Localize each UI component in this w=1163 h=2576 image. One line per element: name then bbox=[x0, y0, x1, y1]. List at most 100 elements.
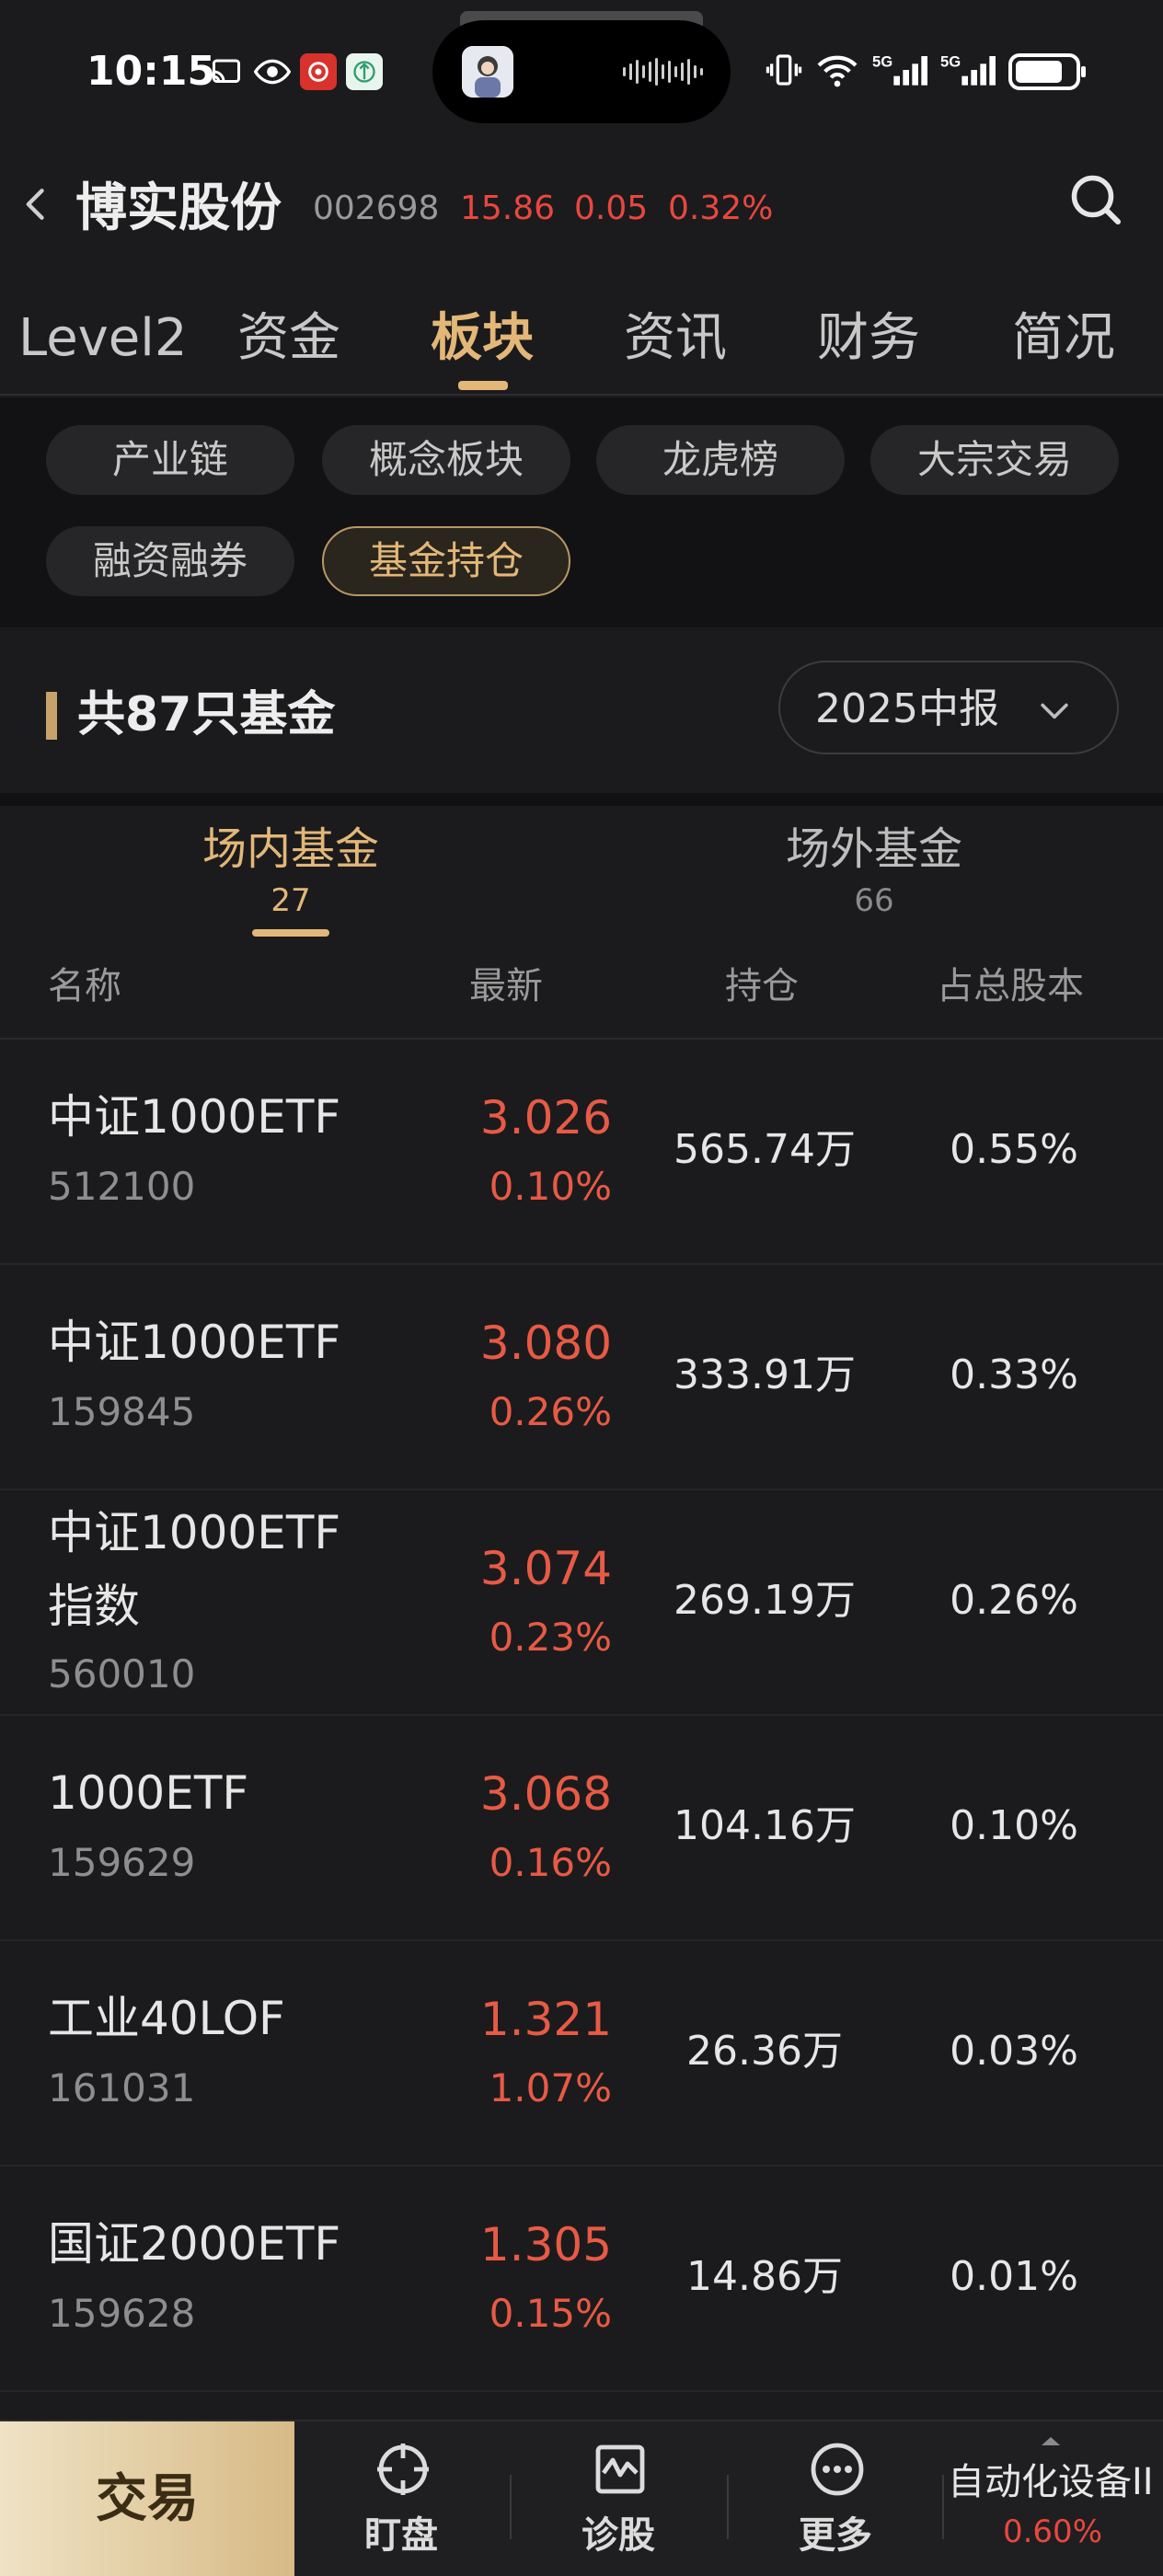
chip-concept-sector[interactable]: 概念板块 bbox=[322, 425, 570, 495]
main-tabs: Level2 资金 板块 资讯 财务 简况 bbox=[0, 294, 1163, 396]
svg-text:5G: 5G bbox=[872, 53, 892, 71]
fund-name: 中证1000ETF bbox=[48, 1316, 341, 1369]
fund-price: 3.026 bbox=[479, 1091, 612, 1144]
diagnose-button[interactable]: 诊股 bbox=[510, 2421, 727, 2576]
table-row[interactable]: 中证1000ETF指数 560010 3.074 0.23% 269.19万 0… bbox=[0, 1490, 1163, 1716]
fund-code: 512100 bbox=[48, 1164, 196, 1209]
chip-industry-chain[interactable]: 产业链 bbox=[46, 425, 294, 495]
fund-holding: 14.86万 bbox=[686, 2253, 843, 2300]
vibrate-icon bbox=[766, 52, 802, 92]
fund-count-title: 共87只基金 bbox=[77, 687, 336, 742]
tab-profile[interactable]: 简况 bbox=[1012, 305, 1115, 373]
table-row[interactable]: 1000ETF 159629 3.068 0.16% 104.16万 0.10% bbox=[0, 1716, 1163, 1941]
section-divider bbox=[0, 793, 1163, 806]
table-row[interactable]: 中证1000ETF 159845 3.080 0.26% 333.91万 0.3… bbox=[0, 1265, 1163, 1490]
tab-news[interactable]: 资讯 bbox=[624, 305, 727, 373]
table-row[interactable]: 中证1000ETF 512100 3.026 0.10% 565.74万 0.5… bbox=[0, 1040, 1163, 1265]
fund-name: 工业40LOF bbox=[48, 1992, 285, 2045]
sector-change-pct: 0.60% bbox=[1002, 2513, 1102, 2550]
col-holding[interactable]: 持仓 bbox=[725, 959, 799, 1014]
col-share-ratio[interactable]: 占总股本 bbox=[937, 959, 1084, 1014]
fund-price: 3.080 bbox=[479, 1317, 612, 1370]
fund-holding: 333.91万 bbox=[674, 1351, 856, 1398]
tab-level2[interactable]: Level2 bbox=[18, 305, 187, 373]
chip-margin-trading[interactable]: 融资融券 bbox=[46, 526, 294, 596]
island-avatar bbox=[462, 46, 513, 98]
more-label: 更多 bbox=[799, 2514, 872, 2557]
stock-change-pct: 0.32% bbox=[668, 190, 774, 227]
dynamic-island[interactable] bbox=[432, 20, 731, 123]
tab-exchange-funds[interactable]: 场内基金 27 bbox=[98, 819, 484, 921]
search-icon[interactable] bbox=[1067, 171, 1123, 226]
chip-block-trade[interactable]: 大宗交易 bbox=[870, 425, 1119, 495]
chevron-up-icon bbox=[1042, 2437, 1060, 2445]
battery-level bbox=[1016, 61, 1062, 83]
fund-code: 560010 bbox=[48, 1651, 196, 1696]
tab-funds-flow[interactable]: 资金 bbox=[237, 305, 340, 373]
fund-price: 1.321 bbox=[479, 1993, 612, 2046]
status-time: 10:15 bbox=[86, 48, 216, 95]
fund-name: 1000ETF bbox=[48, 1766, 249, 1820]
tab-exchange-funds-count: 27 bbox=[271, 882, 311, 920]
back-icon[interactable] bbox=[17, 184, 57, 224]
fund-price: 3.068 bbox=[479, 1767, 612, 1821]
eye-icon bbox=[254, 53, 291, 90]
fund-name: 中证1000ETF指数 bbox=[48, 1506, 341, 1633]
fund-share-ratio: 0.03% bbox=[950, 2028, 1078, 2075]
fund-price: 3.074 bbox=[479, 1542, 612, 1595]
signal-5g-icon: 5G bbox=[872, 52, 927, 92]
audio-wave-icon bbox=[623, 57, 703, 86]
fund-share-ratio: 0.55% bbox=[950, 1126, 1078, 1173]
table-header: 名称 最新 持仓 占总股本 bbox=[0, 944, 1163, 1040]
more-button[interactable]: 更多 bbox=[727, 2421, 944, 2576]
fund-holding: 104.16万 bbox=[674, 1802, 856, 1849]
tab-finance[interactable]: 财务 bbox=[817, 305, 920, 373]
watch-button[interactable]: 盯盘 bbox=[293, 2421, 510, 2576]
fund-tab-indicator bbox=[252, 929, 329, 937]
section-accent-bar bbox=[46, 692, 57, 740]
cast-icon bbox=[208, 53, 245, 90]
status-right-icons: 5G 5G bbox=[766, 52, 1086, 92]
stock-header: 博实股份 002698 15.86 0.05 0.32% bbox=[0, 147, 1163, 258]
stock-price: 15.86 bbox=[460, 190, 556, 227]
table-row[interactable]: 国证2000ETF 159628 1.305 0.15% 14.86万 0.01… bbox=[0, 2167, 1163, 2392]
fund-code: 159628 bbox=[48, 2291, 196, 2336]
tab-otc-funds-label: 场外基金 bbox=[785, 823, 962, 875]
period-dropdown[interactable]: 2025中报 bbox=[778, 661, 1119, 754]
chip-dragon-tiger[interactable]: 龙虎榜 bbox=[596, 425, 845, 495]
tab-otc-funds[interactable]: 场外基金 66 bbox=[681, 819, 1067, 921]
col-name[interactable]: 名称 bbox=[48, 959, 121, 1014]
tab-otc-funds-count: 66 bbox=[854, 882, 894, 920]
status-left-icons bbox=[208, 53, 383, 90]
fund-name: 中证1000ETF bbox=[48, 1090, 341, 1144]
stock-change: 0.05 bbox=[574, 190, 649, 227]
table-row[interactable]: 工业40LOF 161031 1.321 1.07% 26.36万 0.03% bbox=[0, 1941, 1163, 2167]
fund-change-pct: 0.16% bbox=[489, 1840, 612, 1885]
tab-sector[interactable]: 板块 bbox=[431, 305, 534, 373]
section-header: 共87只基金 2025中报 bbox=[0, 627, 1163, 793]
fund-type-tabs: 场内基金 27 场外基金 66 bbox=[0, 806, 1163, 944]
sub-category-chips: 产业链 概念板块 龙虎榜 大宗交易 融资融券 基金持仓 bbox=[0, 397, 1163, 627]
fund-name: 国证2000ETF bbox=[48, 2217, 341, 2271]
battery-icon bbox=[1008, 53, 1086, 90]
fund-share-ratio: 0.26% bbox=[950, 1577, 1078, 1624]
chip-fund-holdings[interactable]: 基金持仓 bbox=[322, 526, 570, 596]
fund-code: 159629 bbox=[48, 1840, 196, 1885]
fund-holding: 565.74万 bbox=[674, 1126, 856, 1173]
sector-name: 自动化设备II bbox=[948, 2461, 1154, 2503]
trade-button[interactable]: 交易 bbox=[0, 2421, 294, 2576]
diagnose-label: 诊股 bbox=[582, 2514, 655, 2557]
wifi-icon bbox=[815, 52, 859, 92]
fund-share-ratio: 0.10% bbox=[950, 1802, 1078, 1849]
fund-change-pct: 0.15% bbox=[489, 2291, 612, 2336]
fund-change-pct: 0.26% bbox=[489, 1389, 612, 1434]
tab-active-indicator bbox=[458, 381, 508, 390]
fund-holding: 26.36万 bbox=[686, 2028, 843, 2075]
sector-ticker[interactable]: 自动化设备II 0.60% bbox=[942, 2421, 1163, 2576]
app-red-icon bbox=[300, 53, 337, 90]
bottom-action-bar: 交易 盯盘 诊股 更多 自动化设备II 0.60% bbox=[0, 2420, 1163, 2576]
svg-text:5G: 5G bbox=[940, 53, 961, 71]
chevron-down-icon bbox=[1041, 703, 1068, 719]
col-latest[interactable]: 最新 bbox=[469, 959, 543, 1014]
signal-5g-icon: 5G bbox=[940, 52, 996, 92]
